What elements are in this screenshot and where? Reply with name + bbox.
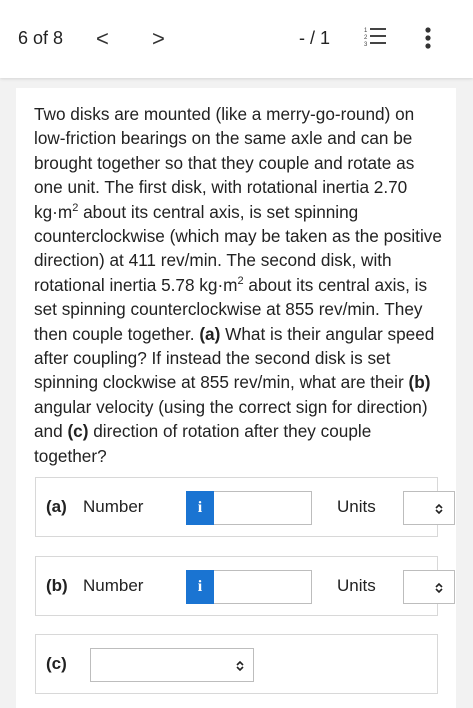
question-list-icon[interactable]: 1 2 3 — [364, 26, 386, 48]
part-label-b: (b) — [46, 576, 68, 595]
previous-question-button[interactable]: < — [96, 26, 109, 52]
direction-select-c[interactable] — [90, 648, 254, 682]
part-a-marker: (a) — [199, 323, 221, 344]
units-select-a[interactable] — [403, 491, 455, 525]
units-label: Units — [337, 497, 376, 516]
units-select-b[interactable] — [403, 570, 455, 604]
svg-text:3: 3 — [364, 42, 368, 48]
answer-row-c: (c) — [35, 634, 438, 694]
info-button[interactable]: i — [186, 491, 214, 525]
question-counter: 6 of 8 — [18, 28, 64, 48]
number-label: Number — [83, 497, 144, 516]
number-label: Number — [83, 576, 144, 595]
number-input-b[interactable] — [214, 570, 312, 604]
select-arrows-icon — [236, 660, 244, 672]
number-input-a[interactable] — [214, 491, 312, 525]
question-text: Two disks are mounted (like a merry-go-r… — [34, 102, 446, 468]
answer-row-a: (a) Number i Units — [35, 477, 455, 537]
units-label: Units — [337, 576, 376, 595]
more-options-icon[interactable] — [424, 27, 432, 49]
select-arrows-icon — [435, 582, 443, 594]
info-button[interactable]: i — [186, 570, 214, 604]
top-navigation-bar: 6 of 8 < > - / 1 1 2 3 — [0, 0, 473, 78]
part-label-a: (a) — [46, 497, 67, 516]
part-b-marker: (b) — [408, 372, 431, 393]
part-label-c: (c) — [46, 654, 67, 673]
question-card: Two disks are mounted (like a merry-go-r… — [16, 88, 456, 708]
svg-text:1: 1 — [364, 28, 368, 34]
part-c-marker: (c) — [67, 421, 89, 442]
select-arrows-icon — [435, 503, 443, 515]
next-question-button[interactable]: > — [152, 26, 165, 52]
answer-row-b: (b) Number i Units — [35, 556, 455, 616]
svg-text:2: 2 — [364, 35, 368, 41]
score-indicator: - / 1 — [299, 28, 331, 48]
